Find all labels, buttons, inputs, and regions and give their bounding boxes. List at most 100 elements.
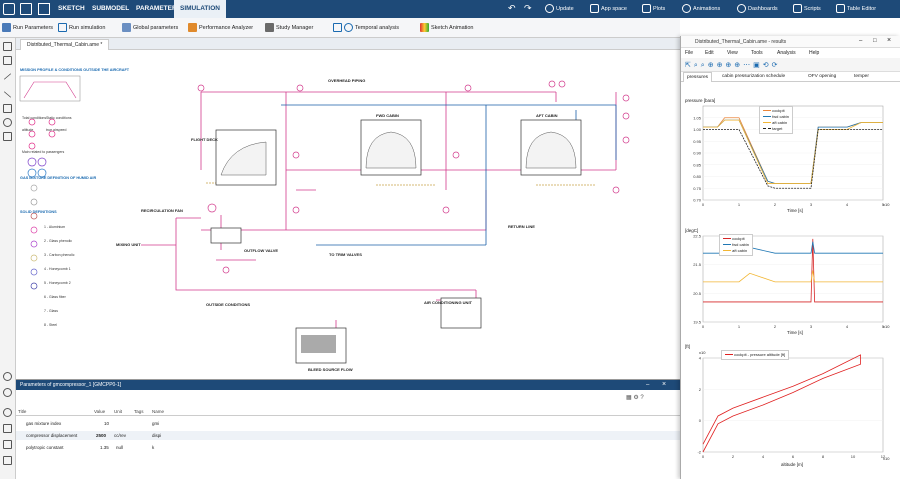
plots-button[interactable]: Plots (642, 3, 665, 15)
zoom-out-icon[interactable] (3, 388, 12, 397)
x-tick-label: 4 (762, 454, 765, 459)
row-value[interactable]: 10 (104, 419, 109, 428)
outflow-valve-box (210, 227, 242, 244)
total-conditions-label: Total conditions (22, 116, 47, 120)
row-value[interactable]: 2500 (96, 431, 106, 440)
y-tick-label: 21.5 (693, 262, 702, 267)
image-tool-icon[interactable] (3, 56, 12, 65)
run-parameters-button[interactable]: Run Parameters (2, 22, 53, 34)
legend-item: target (763, 126, 789, 132)
app-space-button[interactable]: App space (590, 3, 627, 15)
document-tab[interactable]: Distributed_Thermal_Cabin.ame * (20, 39, 110, 50)
col-title: Title (18, 409, 27, 414)
y-tick-label: 19.5 (693, 320, 702, 325)
dashboards-icon (737, 4, 746, 14)
watch-icon[interactable] (3, 440, 12, 449)
table-icon (836, 4, 845, 14)
window-maximize-icon[interactable]: □ (873, 38, 877, 44)
zoom-in-icon[interactable] (3, 372, 12, 381)
tab-ofv-opening[interactable]: OFV opening (805, 72, 839, 82)
menu-tools[interactable]: Tools (751, 48, 763, 58)
performance-analyzer-label: Performance Analyzer (199, 25, 254, 31)
altitude-plot[interactable]: [ft] x10 -2 0 2 4 0 2 4 6 8 10 12 altitude [m] x10… (681, 344, 891, 474)
results-menu-bar: File Edit View Tools Analysis Help (681, 48, 900, 58)
run-simulation-button[interactable]: Run simulation (58, 22, 105, 34)
polygon-tool-icon[interactable] (3, 132, 12, 141)
x-tick-label: 0 (702, 324, 705, 329)
window-close-icon[interactable]: × (887, 37, 891, 44)
arrow-tool-icon[interactable] (3, 91, 12, 98)
y-tick-label: 0.85 (693, 162, 702, 167)
menu-file[interactable]: File (685, 48, 693, 58)
menu-analysis[interactable]: Analysis (777, 48, 796, 58)
run-parameters-label: Run Parameters (13, 25, 54, 31)
table-row[interactable]: gas mixture index 10 gmi (16, 419, 680, 428)
window-minimize-icon[interactable]: – (859, 38, 862, 44)
solid-5: 5 - Honeycomb 2 (44, 281, 71, 285)
tab-simulation[interactable]: SIMULATION (174, 0, 226, 18)
row-name: gmi (152, 421, 160, 426)
update-button[interactable]: Update (545, 3, 574, 15)
dashboards-button[interactable]: Dashboards (737, 3, 778, 15)
x-tick-label: 2 (774, 202, 777, 207)
bleed-source-label: BLEED SOURCE FLOW (308, 367, 353, 372)
results-tabs: pressures cabin pressurization schedule … (681, 72, 900, 82)
results-window: Distributed_Thermal_Cabin.ame - results … (680, 36, 900, 479)
undo-icon[interactable]: ↶ (508, 2, 516, 14)
ellipse-tool-icon[interactable] (3, 118, 12, 127)
x-tick-label: 8 (822, 454, 825, 459)
table-row[interactable]: compressor displacement 2500 cc/rev disp… (16, 431, 680, 440)
tab-submodel[interactable]: SUBMODEL (86, 0, 135, 18)
rectangle-tool-icon[interactable] (3, 104, 12, 113)
scripts-button[interactable]: Scripts (793, 3, 821, 15)
x-tick-label: 3 (810, 324, 813, 329)
row-value[interactable]: 1.35 (100, 443, 109, 452)
aft-cabin-label: AFT CABIN (536, 113, 558, 118)
info-icon[interactable] (3, 408, 12, 417)
save-icon[interactable] (20, 3, 32, 15)
tab-sketch[interactable]: SKETCH (52, 0, 91, 18)
table-row[interactable]: polytropic constant 1.35 null k (16, 443, 680, 452)
app-icon[interactable] (3, 3, 15, 15)
minimize-icon[interactable]: – (646, 382, 649, 388)
x-tick-label: 4 (846, 202, 849, 207)
pressure-plot[interactable]: pressure [bara] 0.70 0.75 0.80 0.85 0.90 0.95… (681, 98, 891, 228)
redo-icon[interactable]: ↷ (524, 2, 532, 14)
temperature-plot[interactable]: [degC] 19.5 20.5 21.5 22.5 0 1 2 3 4 5 Time [s] x… (681, 228, 891, 340)
sketch-canvas[interactable]: MISSION PROFILE & CONDITIONS OUTSIDE THE… (16, 50, 680, 379)
history-icon[interactable] (3, 456, 12, 465)
y-tick-label: 0.95 (693, 139, 702, 144)
close-icon[interactable]: × (662, 381, 666, 388)
tab-pressures[interactable]: pressures (683, 72, 713, 82)
plot-tools-icon[interactable]: ⇱⌕⌕⊕⊕⊕⊕⋯▣⟲⟳ (685, 61, 781, 70)
params-tools-icon[interactable]: ▦ ⚙ ? (626, 394, 656, 402)
altitude-chart: -20240 2 4 6 8 10 12 (697, 354, 886, 459)
parameters-panel: Parameters of gmcompressor_1 [GMCPP0-1] … (16, 379, 680, 479)
row-title: gas mixture index (26, 421, 62, 426)
x-tick-label: 1 (738, 324, 741, 329)
layout-icon[interactable] (38, 3, 50, 15)
animations-button[interactable]: Animations (682, 3, 720, 15)
solid-2: 2 - Glass phenolic (44, 239, 73, 243)
tab-cabin-pressurization[interactable]: cabin pressurization schedule (719, 72, 788, 82)
table-editor-button[interactable]: Table Editor (836, 3, 876, 15)
line-tool-icon[interactable] (3, 73, 12, 80)
menu-edit[interactable]: Edit (705, 48, 714, 58)
y-tick-label: 1.00 (693, 127, 702, 132)
table-editor-label: Table Editor (847, 6, 877, 12)
tab-temperatures[interactable]: temper (851, 72, 872, 82)
menu-help[interactable]: Help (809, 48, 819, 58)
x-tick-label: 4 (846, 324, 849, 329)
row-unit: cc/rev (114, 433, 127, 438)
performance-analyzer-button[interactable]: Performance Analyzer (188, 22, 253, 34)
text-tool-icon[interactable] (3, 42, 12, 51)
menu-view[interactable]: View (727, 48, 738, 58)
animations-icon (682, 4, 691, 14)
settings-icon[interactable] (3, 424, 12, 433)
col-unit: Unit (114, 409, 123, 414)
x-tick-label: 2 (732, 454, 735, 459)
sketch-animation-button[interactable]: Sketch Animation (420, 22, 474, 34)
temporal-analysis-button[interactable]: Temporal analysis (333, 22, 399, 34)
study-manager-button[interactable]: Study Manager (265, 22, 313, 34)
global-parameters-button[interactable]: Global parameters (122, 22, 178, 34)
